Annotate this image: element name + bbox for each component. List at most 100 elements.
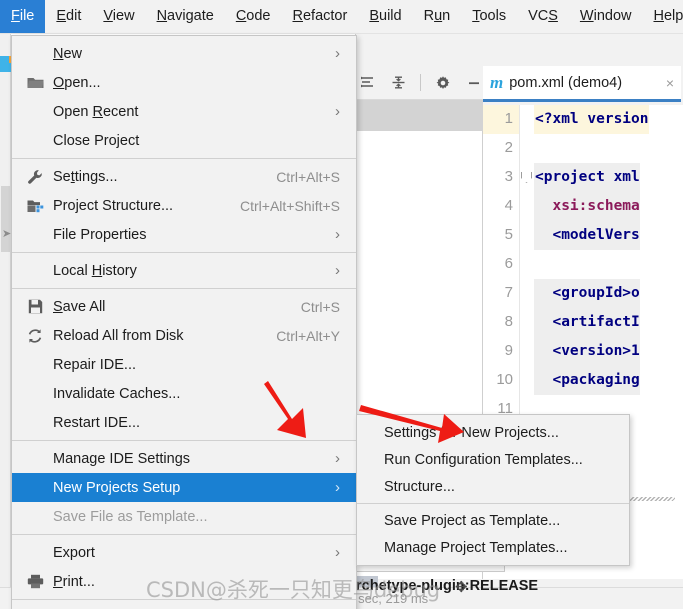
menu-item-file-properties[interactable]: File Properties ›: [12, 220, 356, 249]
menubar-item-edit[interactable]: Edit: [45, 0, 92, 33]
menubar-item-file[interactable]: File: [0, 0, 46, 33]
code-text: <packaging: [534, 366, 640, 395]
minimize-icon[interactable]: [465, 73, 483, 93]
code-line[interactable]: 9 <version>1: [483, 337, 683, 366]
submenu-item-save-project-as-template[interactable]: Save Project as Template...: [357, 507, 629, 534]
menu-item-open[interactable]: Open...: [12, 68, 356, 97]
menu-item-label: Open Recent: [53, 103, 139, 120]
code-line[interactable]: 5 <modelVers: [483, 221, 683, 250]
menubar-item-refactor[interactable]: Refactor: [282, 0, 359, 33]
collapse-arrow-icon[interactable]: ➤: [2, 227, 11, 240]
fold-marker-icon[interactable]: [521, 172, 532, 183]
wrench-icon: [26, 168, 44, 186]
chevron-right-icon: ›: [335, 226, 340, 243]
folder-icon: [26, 74, 44, 92]
left-tool-strip[interactable]: ➤: [0, 34, 12, 609]
menu-separator: [12, 534, 356, 535]
menu-item-settings[interactable]: Settings... Ctrl+Alt+S: [12, 162, 356, 191]
menu-separator: [12, 252, 356, 253]
menu-item-label: Local History: [53, 262, 137, 279]
menu-item-repair-ide[interactable]: Repair IDE...: [12, 350, 356, 379]
menu-item-label: Close Project: [53, 132, 140, 149]
submenu-item-run-configuration-templates[interactable]: Run Configuration Templates...: [357, 446, 629, 473]
menu-item-label: Save File as Template...: [53, 508, 208, 525]
file-menu-dropdown[interactable]: New › Open... Open Recent › Close Projec…: [11, 35, 357, 609]
code-line[interactable]: 8 <artifactI: [483, 308, 683, 337]
menu-item-shortcut: Ctrl+Alt+S: [276, 168, 340, 185]
code-line[interactable]: 7 <groupId>o: [483, 279, 683, 308]
close-icon[interactable]: ×: [666, 75, 674, 91]
menubar-item-window[interactable]: Window: [569, 0, 643, 33]
menu-item-shortcut: Ctrl+Alt+Y: [276, 327, 340, 344]
code-line[interactable]: 6: [483, 250, 683, 279]
line-number: 4: [483, 192, 520, 221]
annotation-arrow-right: [359, 405, 464, 443]
menu-item-shortcut: Ctrl+S: [300, 298, 340, 315]
line-number: 1: [483, 105, 520, 134]
tool-window-toolbar[interactable]: [356, 66, 483, 100]
mouse-cursor-icon: ✥: [455, 579, 468, 596]
annotation-arrow-down: [264, 381, 306, 438]
line-number: 10: [483, 366, 520, 395]
code-line[interactable]: 4 xsi:schema: [483, 192, 683, 221]
toolbar-separator: [420, 74, 421, 91]
menubar-item-help[interactable]: Help: [642, 0, 683, 33]
print-icon: [26, 573, 44, 591]
editor-tab-label: pom.xml (demo4): [509, 74, 623, 91]
menu-item-label: Run Configuration Templates...: [384, 451, 583, 468]
fold-column[interactable]: [520, 163, 534, 192]
menubar-item-tools[interactable]: Tools: [461, 0, 517, 33]
menu-item-label: Settings...: [53, 168, 118, 185]
menubar-item-run[interactable]: Run: [413, 0, 462, 33]
menu-item-save-file-as-template: Save File as Template...: [12, 502, 356, 531]
line-number: 7: [483, 279, 520, 308]
chevron-right-icon: ›: [335, 450, 340, 467]
menu-item-export[interactable]: Export ›: [12, 538, 356, 567]
menu-item-reload-all-from-disk[interactable]: Reload All from Disk Ctrl+Alt+Y: [12, 321, 356, 350]
code-line[interactable]: 2: [483, 134, 683, 163]
menu-bar[interactable]: File Edit View Navigate Code Refactor Bu…: [0, 0, 683, 34]
menu-item-label: New: [53, 45, 83, 62]
menu-item-manage-ide-settings[interactable]: Manage IDE Settings ›: [12, 444, 356, 473]
menu-item-new[interactable]: New ›: [12, 39, 356, 68]
line-number: 9: [483, 337, 520, 366]
fold-column: [520, 192, 534, 221]
menu-item-close-project[interactable]: Close Project: [12, 126, 356, 155]
gear-icon[interactable]: [434, 73, 452, 93]
code-text: <modelVers: [534, 221, 640, 250]
code-text: <groupId>o: [534, 279, 640, 308]
line-number: 8: [483, 308, 520, 337]
editor-tab-pom-xml[interactable]: m pom.xml (demo4) ×: [483, 66, 681, 102]
menu-separator: [357, 503, 629, 504]
submenu-item-structure[interactable]: Structure...: [357, 473, 629, 500]
line-number: 3: [483, 163, 520, 192]
maven-m-icon: m: [490, 73, 504, 92]
menubar-item-build[interactable]: Build: [358, 0, 412, 33]
code-text: <?xml version: [534, 105, 649, 134]
menu-item-save-all[interactable]: Save All Ctrl+S: [12, 292, 356, 321]
menu-item-label: Open...: [53, 74, 101, 91]
menu-item-label: Print...: [53, 573, 95, 590]
menubar-item-code[interactable]: Code: [225, 0, 282, 33]
menu-item-label: Manage Project Templates...: [384, 539, 568, 556]
collapse-all-icon[interactable]: [389, 73, 407, 93]
menubar-item-navigate[interactable]: Navigate: [146, 0, 225, 33]
code-line[interactable]: 3 <project xml: [483, 163, 683, 192]
code-line[interactable]: 10 <packaging: [483, 366, 683, 395]
menu-item-open-recent[interactable]: Open Recent ›: [12, 97, 356, 126]
submenu-item-manage-project-templates[interactable]: Manage Project Templates...: [357, 534, 629, 561]
scrollbar-thumb[interactable]: [1, 186, 10, 252]
menubar-item-vcs[interactable]: VCS: [517, 0, 569, 33]
menu-item-label: Restart IDE...: [53, 414, 141, 431]
code-line[interactable]: 1 <?xml version: [483, 105, 683, 134]
menu-item-project-structure[interactable]: Project Structure... Ctrl+Alt+Shift+S: [12, 191, 356, 220]
menu-item-label: Save Project as Template...: [384, 512, 561, 529]
expand-all-icon[interactable]: [358, 73, 376, 93]
fold-column: [520, 279, 534, 308]
menu-item-new-projects-setup[interactable]: New Projects Setup ›: [12, 473, 356, 502]
menu-item-label: Invalidate Caches...: [53, 385, 181, 402]
menu-item-local-history[interactable]: Local History ›: [12, 256, 356, 285]
menubar-item-view[interactable]: View: [92, 0, 145, 33]
chevron-right-icon: ›: [335, 479, 340, 496]
